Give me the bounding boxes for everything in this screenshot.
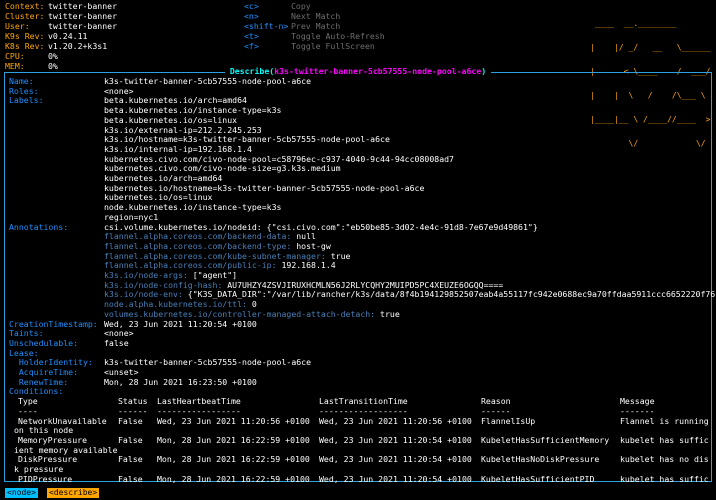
field-key: Annotations: xyxy=(9,221,69,232)
annotation-value: null xyxy=(291,231,316,242)
condition-row-col-1: False xyxy=(118,454,143,465)
annotation-value: 192.168.1.4 xyxy=(276,260,336,271)
condition-row-col-1: False xyxy=(118,415,143,426)
annotation-value: true xyxy=(325,250,351,261)
annotation-value: true xyxy=(375,308,400,319)
condition-row-col-1: False xyxy=(118,434,143,445)
condition-row-col-3: Wed, 23 Jun 2021 11:20:54 +0100 xyxy=(319,454,472,465)
annotation-value: 0 xyxy=(246,299,257,310)
condition-row-col-3: Wed, 23 Jun 2021 11:20:54 +0100 xyxy=(319,434,472,445)
annotation-value: host-gw xyxy=(291,240,331,251)
field-key: Labels: xyxy=(9,95,44,106)
panel-title-resource: k3s-twitter-banner-5cb57555-node-pool-a6… xyxy=(274,66,482,76)
field-value: k3s-twitter-banner-5cb57555-node-pool-a6… xyxy=(104,76,312,86)
annotation-key: flannel.alpha.coreos.com/public-ip: xyxy=(104,260,277,271)
condition-row-col-2: Mon, 28 Jun 2021 16:22:59 +0100 xyxy=(157,473,310,484)
condition-row-col-4: KubeletHasSufficientMemory xyxy=(481,434,610,445)
condition-row-col-5: kubelet has suffic xyxy=(620,473,709,484)
condition-row-col-0: PIDPressure xyxy=(18,473,73,484)
condition-row-col-1: False xyxy=(118,473,143,484)
hotkey-fullscreen-action[interactable]: Toggle FullScreen xyxy=(291,41,375,52)
annotation-key: k3s.io/node-config-hash: xyxy=(104,279,223,290)
logo-line: | |/ _/ __ \______ xyxy=(590,43,711,52)
condition-row-col-4: KubeletHasNoDiskPressure xyxy=(481,454,600,465)
annotation-value: AU7UHZY4ZSVJIRUXHCMLN56J2RLYCQHY2MUIPD5P… xyxy=(222,279,504,290)
condition-row-col-3: Wed, 23 Jun 2021 11:20:56 +0100 xyxy=(319,415,472,426)
hotkey-fullscreen-key[interactable]: <f> xyxy=(244,41,259,52)
condition-row-col-2: Mon, 28 Jun 2021 16:22:59 +0100 xyxy=(157,434,310,445)
condition-row-col-5: kubelet has no dis xyxy=(620,454,709,465)
annotation-value: ["agent"] xyxy=(187,270,238,280)
condition-row-col-5: Flannel is running xyxy=(620,415,709,426)
logo-line: ____ __.________ xyxy=(590,19,711,28)
condition-row-col-3: Wed, 23 Jun 2021 11:20:54 +0100 xyxy=(319,473,472,484)
condition-row-col-5: kubelet has suffic xyxy=(620,434,709,445)
field-value: false xyxy=(104,337,129,348)
annotation-value: {"K3S_DATA_DIR":"/var/lib/rancher/k3s/da… xyxy=(182,289,716,300)
annotation-key: flannel.alpha.coreos.com/backend-data: xyxy=(104,231,292,242)
condition-row-col-4: KubeletHasSufficientPID xyxy=(481,473,595,484)
condition-row-col-4: FlannelIsUp xyxy=(481,415,536,426)
field-value: Mon, 28 Jun 2021 16:23:50 +0100 xyxy=(104,376,257,387)
breadcrumb-describe[interactable]: <describe> xyxy=(47,488,100,498)
condition-row-col-2: Wed, 23 Jun 2021 11:20:56 +0100 xyxy=(157,415,310,426)
annotation-key: volumes.kubernetes.io/controller-managed… xyxy=(104,308,376,319)
breadcrumb-node[interactable]: <node> xyxy=(5,488,38,498)
annotation-key: flannel.alpha.coreos.com/backend-type: xyxy=(104,240,292,251)
annotation-key: k3s.io/node-args: xyxy=(104,270,188,280)
panel-title-prefix: Describe( xyxy=(224,66,275,76)
annotation-key: flannel.alpha.coreos.com/kube-subnet-man… xyxy=(104,250,326,261)
annotation-key: k3s.io/node-env: xyxy=(104,289,183,300)
annotation-key: node.alpha.kubernetes.io/ttl: xyxy=(104,299,247,310)
panel-title-suffix: ) xyxy=(481,66,492,76)
condition-row-col-2: Mon, 28 Jun 2021 16:22:59 +0100 xyxy=(157,454,310,465)
